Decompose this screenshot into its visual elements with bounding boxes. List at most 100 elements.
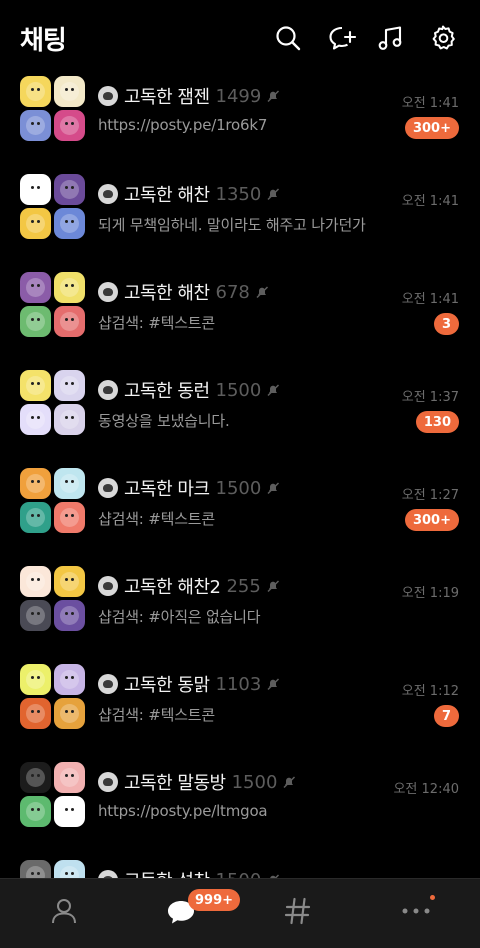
room-title-line: 고독한 마크 1500	[98, 476, 280, 500]
avatar	[20, 272, 51, 303]
app-header: 채팅	[0, 0, 480, 72]
avatar	[20, 566, 51, 597]
avatar	[20, 664, 51, 695]
last-message-time: 오전 1:37	[401, 390, 459, 405]
avatar	[20, 698, 51, 729]
mute-icon	[266, 481, 280, 495]
chat-room-row[interactable]: 고독한 잼젠 1499 https://posty.pe/1ro6k7 오전 1:41…	[0, 76, 480, 173]
room-avatar-group	[20, 272, 86, 338]
avatar	[20, 600, 51, 631]
avatar	[54, 174, 85, 205]
avatar	[54, 306, 85, 337]
mute-icon	[255, 285, 269, 299]
member-count: 1500	[215, 477, 262, 499]
room-name: 고독한 동맑	[124, 675, 210, 696]
avatar	[20, 404, 51, 435]
open-chat-icon	[98, 772, 118, 792]
avatar	[54, 404, 85, 435]
chat-list: 고독한 잼젠 1499 https://posty.pe/1ro6k7 오전 1:41…	[0, 60, 480, 878]
avatar	[54, 208, 85, 239]
open-chat-icon	[98, 282, 118, 302]
room-avatar-group	[20, 762, 86, 828]
open-chat-icon	[98, 86, 118, 106]
avatar	[20, 860, 51, 878]
mute-icon	[266, 383, 280, 397]
unread-badge: 3	[433, 313, 459, 335]
avatar	[20, 306, 51, 337]
avatar	[54, 110, 85, 141]
last-message-time: 오전 1:27	[401, 488, 459, 503]
avatar	[54, 566, 85, 597]
search-icon[interactable]	[274, 24, 302, 52]
chat-room-row[interactable]: 고독한 동런 1500 동영상을 보냈습니다. 오전 1:37 130	[0, 370, 480, 467]
member-count: 1350	[215, 183, 262, 205]
open-chat-icon	[98, 478, 118, 498]
member-count: 1500	[216, 870, 262, 879]
last-message-time: 오전 1:41	[401, 96, 459, 111]
room-title-line: 고독한 해찬 1350	[98, 182, 280, 206]
room-avatar-group	[20, 370, 86, 436]
friends-icon[interactable]	[48, 895, 80, 927]
avatar	[20, 502, 51, 533]
unread-badge: 130	[415, 411, 459, 433]
chat-room-row[interactable]: 고독한 해찬 1350 되게 무책임하네. 말이라도 해주고 나가던가 오전 1:41	[0, 174, 480, 271]
new-chat-icon[interactable]	[328, 24, 356, 52]
settings-icon[interactable]	[429, 24, 457, 52]
avatar	[20, 110, 51, 141]
last-message-preview: https://posty.pe/1ro6k7	[98, 116, 268, 134]
avatar	[20, 174, 51, 205]
room-avatar-group	[20, 860, 86, 878]
room-name: 고독한 해찬	[124, 185, 210, 206]
unread-badge: 300+	[404, 117, 459, 139]
last-message-preview: 동영상을 보냈습니다.	[98, 412, 230, 430]
avatar	[20, 76, 51, 107]
chat-room-row[interactable]: 고독한 해찬2 255 샵검색: #아직은 없습니다 오전 1:19	[0, 566, 480, 663]
room-title-line: 고독한 해찬 678	[98, 280, 269, 304]
last-message-preview: https://posty.pe/ltmgoa	[98, 802, 268, 820]
room-avatar-group	[20, 468, 86, 534]
last-message-preview: 샵검색: #텍스트콘	[98, 706, 215, 724]
hashtag-icon[interactable]	[282, 895, 314, 927]
more-icon[interactable]	[400, 895, 432, 927]
mute-icon	[266, 579, 280, 593]
open-chat-icon	[98, 576, 118, 596]
member-count: 1500	[215, 379, 262, 401]
room-title-line: 고독한 성찬 1500	[98, 868, 280, 878]
avatar	[54, 698, 85, 729]
avatar	[54, 600, 85, 631]
last-message-preview: 샵검색: #아직은 없습니다	[98, 608, 261, 626]
chat-room-row[interactable]: 고독한 성찬1500오전 12:15	[0, 860, 480, 878]
avatar	[54, 762, 85, 793]
mute-icon	[266, 677, 280, 691]
member-count: 255	[226, 575, 261, 597]
avatar	[20, 468, 51, 499]
member-count: 1500	[231, 771, 278, 793]
avatar	[54, 468, 85, 499]
room-name: 고독한 해찬	[124, 283, 210, 304]
avatar	[54, 796, 85, 827]
chat-room-row[interactable]: 고독한 해찬 678 샵검색: #텍스트콘 오전 1:41 3	[0, 272, 480, 369]
room-name: 고독한 해찬2	[124, 577, 221, 598]
room-avatar-group	[20, 664, 86, 730]
avatar	[54, 664, 85, 695]
room-title-line: 고독한 말동방 1500	[98, 770, 296, 794]
room-name: 고독한 동런	[124, 381, 210, 402]
member-count: 1499	[215, 85, 262, 107]
avatar	[20, 370, 51, 401]
chat-room-row[interactable]: 고독한 동맑 1103 샵검색: #텍스트콘 오전 1:12 7	[0, 664, 480, 761]
open-chat-icon	[98, 674, 118, 694]
more-notification-dot	[430, 895, 435, 900]
avatar	[54, 76, 85, 107]
room-avatar-group	[20, 174, 86, 240]
chat-room-row[interactable]: 고독한 말동방 1500 https://posty.pe/ltmgoa 오전 12:…	[0, 762, 480, 859]
music-icon[interactable]	[377, 24, 405, 52]
last-message-preview: 샵검색: #텍스트콘	[98, 510, 215, 528]
mute-icon	[266, 89, 280, 103]
avatar	[54, 370, 85, 401]
last-message-time: 오전 1:19	[401, 586, 459, 601]
member-count: 1103	[215, 673, 262, 695]
chat-room-row[interactable]: 고독한 마크 1500 샵검색: #텍스트콘 오전 1:27 300+	[0, 468, 480, 565]
mute-icon	[282, 775, 296, 789]
room-name: 고독한 마크	[124, 479, 210, 500]
room-avatar-group	[20, 566, 86, 632]
